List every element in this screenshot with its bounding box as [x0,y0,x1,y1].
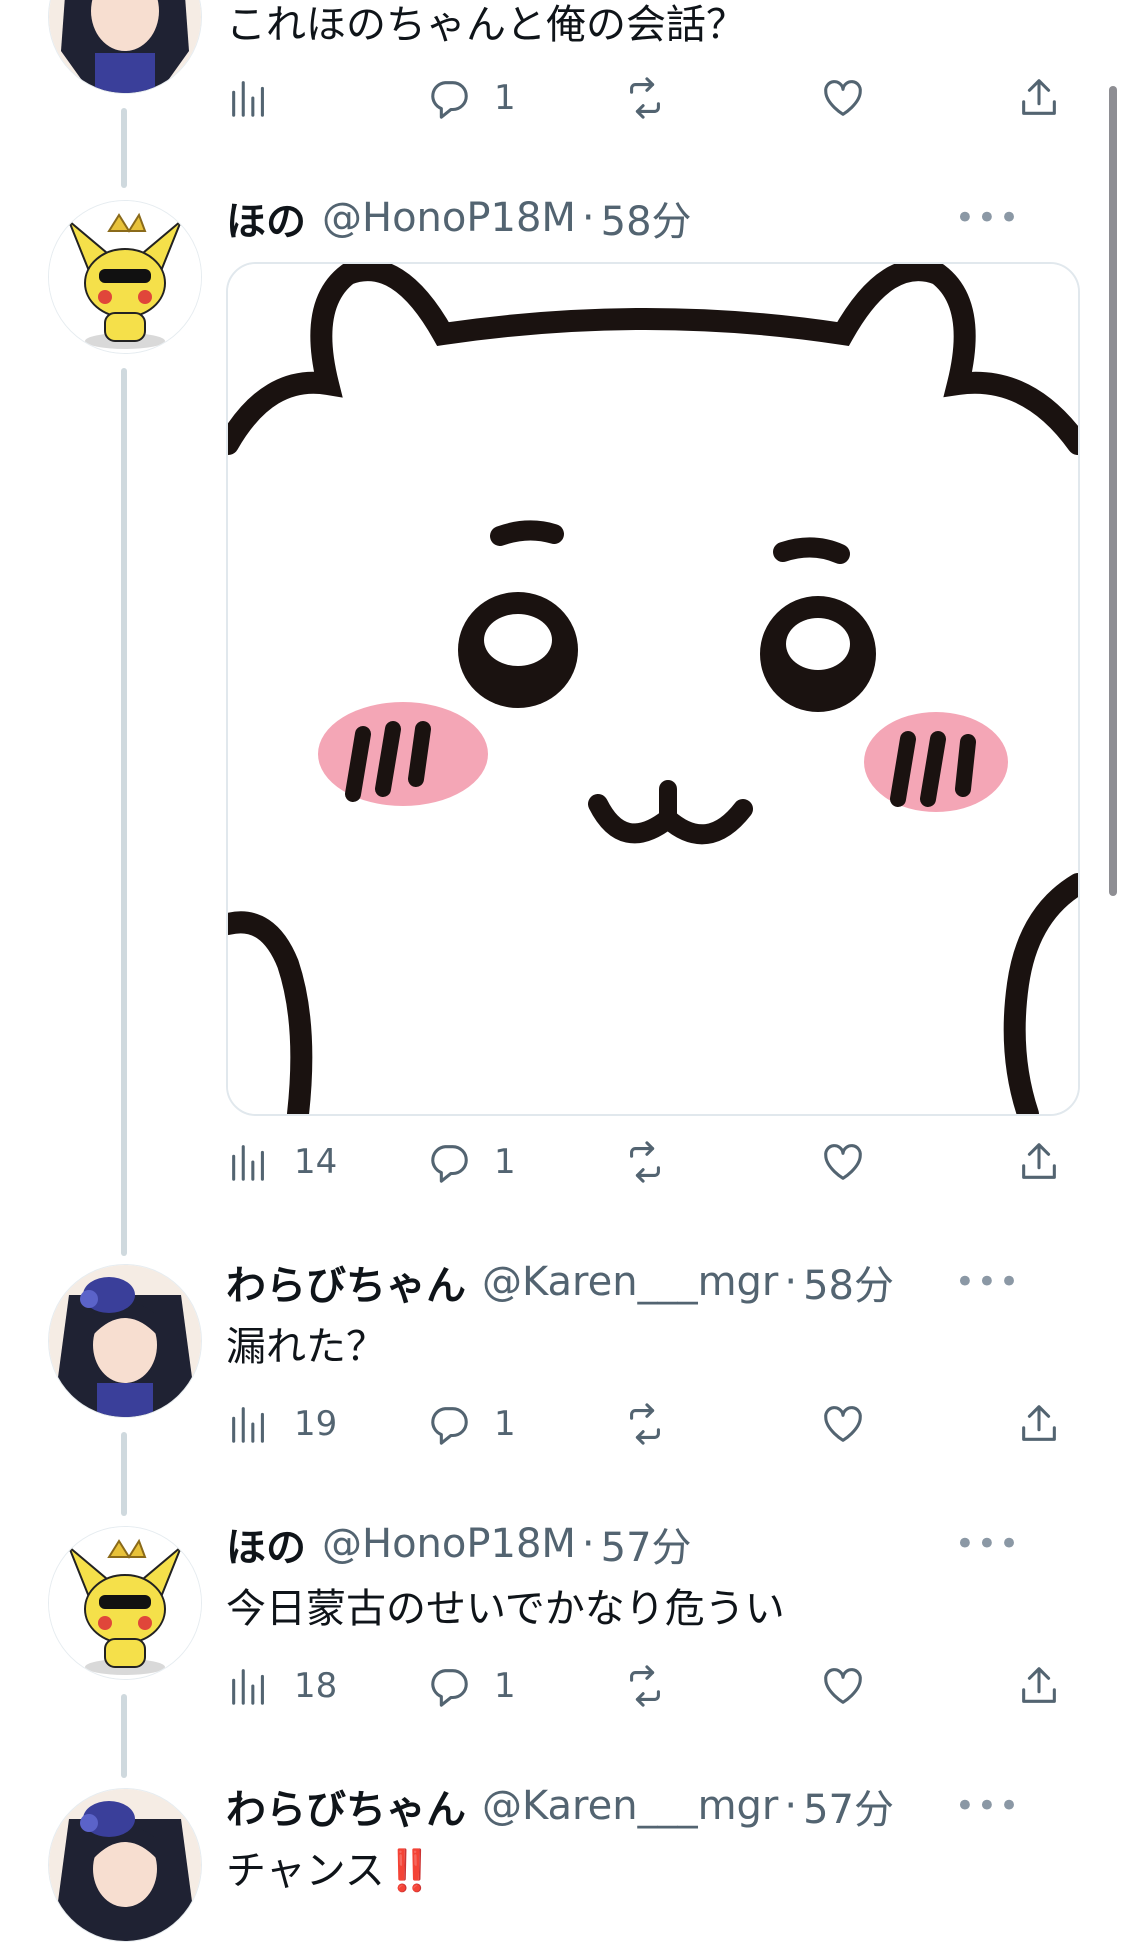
avatar-warabi[interactable] [48,1788,202,1942]
display-name[interactable]: わらびちゃん [226,1777,466,1835]
separator-dot: · [581,195,595,241]
tweet-actions: 1 [226,68,1076,128]
thread-line [121,1694,127,1778]
share-icon [1022,79,1056,115]
like-button[interactable] [820,68,866,128]
tweet-header: わらびちゃん @Karen___mgr · 57分 ••• [226,1776,1065,1836]
tweet-text: これほのちゃんと俺の会話？ [226,2,746,48]
separator-dot: · [784,1783,798,1829]
reply-count: 1 [494,1404,516,1444]
tweet-text: 今日蒙古のせいでかなり危うい [226,1586,785,1632]
tweet-header: ほの @HonoP18M · 57分 ••• [226,1514,1065,1574]
heart-icon [824,1406,862,1442]
reply-count: 1 [494,1142,516,1182]
retweet-button[interactable] [622,68,668,128]
tweet-actions: 14 1 [226,1132,1076,1192]
bar-chart-icon [232,1407,264,1443]
retweet-icon [630,1141,660,1183]
reply-count: 1 [494,1666,516,1706]
tweet-header: わらびちゃん @Karen___mgr · 58分 ••• [226,1252,1065,1312]
share-button[interactable] [1016,1132,1062,1192]
heart-icon [824,1668,862,1704]
heart-icon [824,80,862,116]
retweet-icon [630,1403,660,1445]
share-button[interactable] [1016,1656,1062,1716]
bar-chart-icon [232,1145,264,1181]
bar-chart-icon [232,1669,264,1705]
avatar-warabi[interactable] [48,0,202,94]
share-icon [1022,1143,1056,1179]
scrollbar[interactable] [1109,86,1117,896]
tweet-text: 漏れた？ [226,1324,386,1370]
retweet-button[interactable] [622,1132,668,1192]
user-handle[interactable]: @Karen___mgr [482,1259,778,1305]
view-count: 14 [294,1142,338,1182]
reply-button[interactable]: 1 [426,68,516,128]
timestamp[interactable]: 57分 [803,1777,894,1835]
reply-button[interactable]: 1 [426,1656,516,1716]
avatar-warabi[interactable] [48,1264,202,1418]
timestamp[interactable]: 57分 [601,1515,692,1573]
retweet-icon [630,1665,660,1707]
reply-count: 1 [494,78,516,118]
display-name[interactable]: ほの [226,1515,306,1573]
speech-bubble-icon [431,1145,468,1183]
tweet-text: チャンス‼️ [226,1838,435,1896]
share-icon [1022,1667,1056,1703]
user-handle[interactable]: @HonoP18M [322,195,576,241]
tweet-header: ほの @HonoP18M · 58分 ••• [226,188,1065,248]
more-options-icon[interactable]: ••• [955,1262,1021,1302]
share-icon [1022,1405,1056,1441]
bar-chart-icon [232,81,264,117]
retweet-icon [630,77,660,119]
more-options-icon[interactable]: ••• [955,1524,1021,1564]
timestamp[interactable]: 58分 [803,1253,894,1311]
views-button[interactable]: 14 [226,1132,337,1192]
tweet-text-body: チャンス [226,1848,385,1894]
retweet-button[interactable] [622,1394,668,1454]
avatar-hono[interactable] [48,200,202,354]
user-handle[interactable]: @HonoP18M [322,1521,576,1567]
share-button[interactable] [1016,68,1062,128]
views-button[interactable]: 18 [226,1656,337,1716]
separator-dot: · [784,1259,798,1305]
retweet-button[interactable] [622,1656,668,1716]
reply-button[interactable]: 1 [426,1394,516,1454]
tweet-actions: 19 1 [226,1394,1076,1454]
like-button[interactable] [820,1132,866,1192]
thread-line [121,1432,127,1516]
user-handle[interactable]: @Karen___mgr [482,1783,778,1829]
display-name[interactable]: わらびちゃん [226,1253,466,1311]
like-button[interactable] [820,1394,866,1454]
more-options-icon[interactable]: ••• [955,198,1021,238]
views-button[interactable] [226,68,272,128]
timestamp[interactable]: 58分 [601,189,692,247]
speech-bubble-icon [431,1669,468,1707]
reply-button[interactable]: 1 [426,1132,516,1192]
view-count: 19 [294,1404,338,1444]
speech-bubble-icon [431,81,468,119]
display-name[interactable]: ほの [226,189,306,247]
separator-dot: · [581,1521,595,1567]
more-options-icon[interactable]: ••• [955,1786,1021,1826]
heart-icon [824,1144,862,1180]
tweet-actions: 18 1 [226,1656,1076,1716]
view-count: 18 [294,1666,338,1706]
thread-line [121,108,127,188]
like-button[interactable] [820,1656,866,1716]
double-exclamation-emoji: ‼️ [384,1848,435,1894]
avatar-hono[interactable] [48,1526,202,1680]
share-button[interactable] [1016,1394,1062,1454]
thread-line [121,368,127,1256]
views-button[interactable]: 19 [226,1394,337,1454]
tweet-image[interactable] [226,262,1080,1116]
speech-bubble-icon [431,1407,468,1445]
